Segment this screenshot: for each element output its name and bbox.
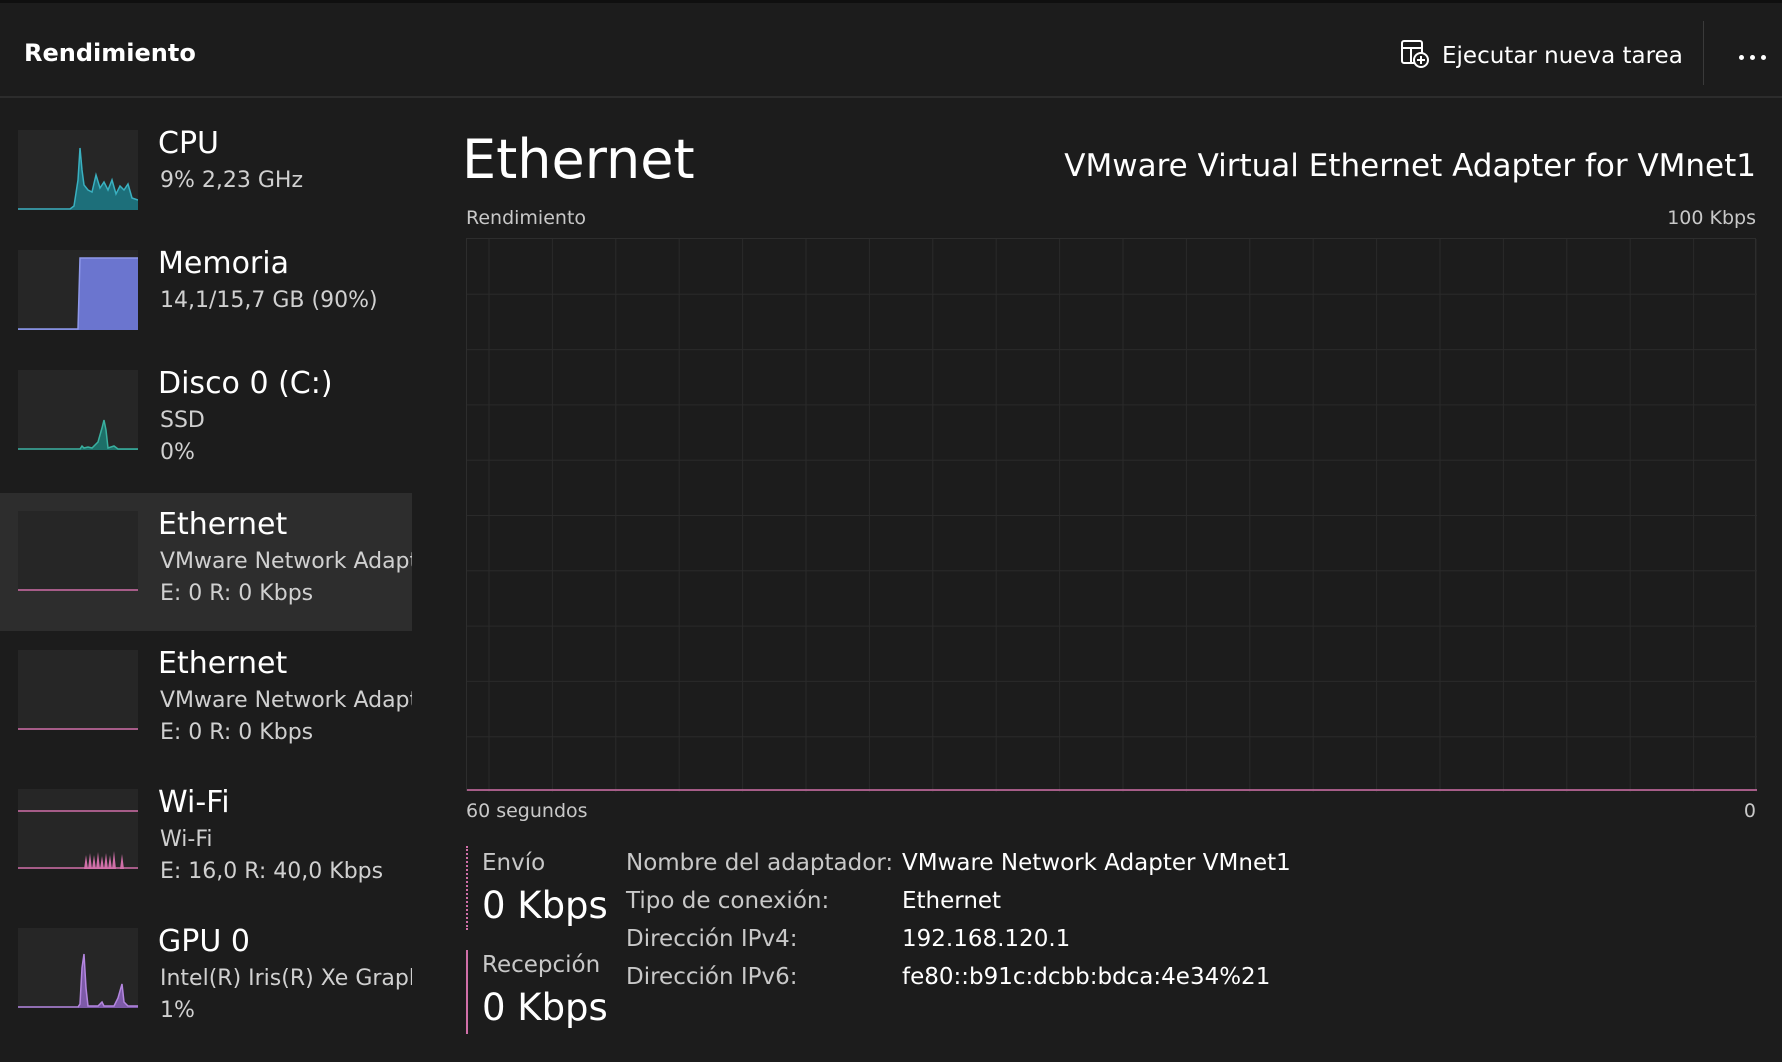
graph-label: Rendimiento [466, 207, 587, 229]
sidebar-item-disk[interactable]: Disco 0 (C:) SSD 0% [0, 356, 412, 494]
adapter-description: VMware Virtual Ethernet Adapter for VMne… [1064, 148, 1756, 184]
sidebar-item-title: Memoria [158, 246, 289, 281]
header-divider [1703, 21, 1704, 85]
property-value: VMware Network Adapter VMnet1 [902, 850, 1291, 876]
more-options-button[interactable] [1732, 37, 1772, 77]
ethernet-thumbnail-graph [18, 511, 138, 591]
more-dot [1760, 54, 1766, 60]
sidebar-item-subtitle: Wi-Fi [160, 827, 213, 852]
page-header: Rendimiento Ejecutar nueva tarea [0, 3, 1782, 98]
sidebar-item-title: CPU [158, 126, 219, 161]
sidebar-item-wifi[interactable]: Wi-Fi Wi-Fi E: 16,0 R: 40,0 Kbps [0, 771, 412, 909]
receive-value: 0 Kbps [482, 986, 608, 1029]
cpu-thumbnail-graph [18, 130, 138, 210]
sidebar-item-cpu[interactable]: CPU 9% 2,23 GHz [0, 116, 412, 254]
more-dot [1738, 54, 1744, 60]
new-task-icon [1400, 39, 1430, 73]
sidebar-item-title: Wi-Fi [158, 785, 230, 820]
sidebar-item-value: E: 0 R: 0 Kbps [160, 581, 314, 606]
page-title: Rendimiento [24, 39, 196, 67]
sidebar-item-subtitle: 14,1/15,7 GB (90%) [160, 288, 378, 313]
send-value: 0 Kbps [482, 884, 608, 927]
send-label: Envío [482, 850, 546, 876]
property-key: Dirección IPv4: [626, 926, 798, 952]
property-key: Nombre del adaptador: [626, 850, 894, 876]
wifi-thumbnail-graph [18, 789, 138, 869]
receive-label: Recepción [482, 952, 601, 978]
property-value: fe80::b91c:dcbb:bdca:4e34%21 [902, 964, 1271, 990]
property-key: Dirección IPv6: [626, 964, 798, 990]
sidebar-item-gpu[interactable]: GPU 0 Intel(R) Iris(R) Xe Graphics 1% [0, 910, 412, 1048]
sidebar-item-memory[interactable]: Memoria 14,1/15,7 GB (90%) [0, 236, 412, 374]
sidebar-item-subtitle: 9% 2,23 GHz [160, 168, 304, 193]
property-key: Tipo de conexión: [626, 888, 830, 914]
sidebar-item-value: 0% [160, 440, 195, 465]
sidebar-item-title: Disco 0 (C:) [158, 366, 333, 401]
sidebar-item-ethernet-vmnet1[interactable]: Ethernet VMware Network Adapter VMnet1 E… [0, 493, 412, 631]
more-dot [1749, 54, 1755, 60]
send-indicator-line [466, 846, 468, 930]
receive-indicator-line [466, 950, 468, 1034]
property-value: 192.168.120.1 [902, 926, 1071, 952]
disk-thumbnail-graph [18, 370, 138, 450]
graph-time-label: 60 segundos [466, 800, 588, 822]
sidebar-item-subtitle: VMware Network Adapter VMnet8 [160, 688, 412, 713]
detail-title: Ethernet [462, 128, 695, 191]
sidebar-item-subtitle: SSD [160, 408, 205, 433]
gpu-thumbnail-graph [18, 928, 138, 1008]
sidebar-item-subtitle: VMware Network Adapter VMnet1 [160, 549, 412, 574]
sidebar-item-title: Ethernet [158, 507, 288, 542]
graph-zero-label: 0 [1743, 800, 1756, 822]
memory-thumbnail-graph [18, 250, 138, 330]
ethernet-thumbnail-graph [18, 650, 138, 730]
graph-max-label: 100 Kbps [1667, 207, 1756, 229]
sidebar-item-subtitle: Intel(R) Iris(R) Xe Graphics [160, 966, 412, 991]
run-new-task-button[interactable]: Ejecutar nueva tarea [1400, 33, 1683, 79]
sidebar-item-ethernet-vmnet8[interactable]: Ethernet VMware Network Adapter VMnet8 E… [0, 632, 412, 770]
property-value: Ethernet [902, 888, 1002, 914]
sidebar-item-value: E: 0 R: 0 Kbps [160, 720, 314, 745]
sidebar-item-title: Ethernet [158, 646, 288, 681]
run-new-task-label: Ejecutar nueva tarea [1442, 43, 1683, 69]
performance-sidebar: CPU 9% 2,23 GHz Memoria 14,1/15,7 GB (90… [0, 98, 412, 1062]
sidebar-item-value: 1% [160, 998, 195, 1023]
throughput-graph [466, 238, 1757, 792]
sidebar-item-title: GPU 0 [158, 924, 250, 959]
sidebar-item-value: E: 16,0 R: 40,0 Kbps [160, 859, 384, 884]
